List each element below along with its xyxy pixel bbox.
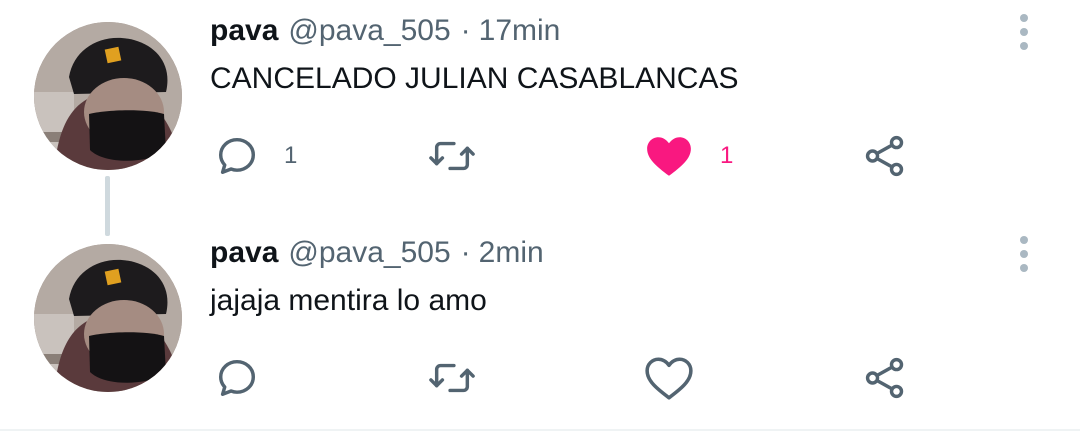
reply-button[interactable] [214, 348, 260, 408]
retweet-icon [429, 141, 475, 171]
author-name[interactable]: pava [210, 14, 278, 48]
author-handle[interactable]: @pava_505 [288, 14, 450, 48]
retweet-icon [429, 363, 475, 393]
share-icon [865, 357, 904, 399]
timestamp[interactable]: 2min [479, 236, 544, 270]
share-icon [865, 135, 904, 177]
author-name[interactable]: pava [210, 236, 278, 270]
share-button[interactable] [862, 126, 908, 186]
reply-count: 1 [284, 142, 298, 169]
timestamp[interactable]: 17min [479, 14, 561, 48]
tweet[interactable]: pava @pava_505 · 2min jajaja mentira lo … [0, 222, 1080, 432]
heart-outline-icon [645, 357, 693, 400]
tweet-text: jajaja mentira lo amo [210, 284, 487, 317]
like-button[interactable] [644, 348, 694, 408]
tweet-header: pava @pava_505 · 2min [210, 236, 544, 276]
more-vertical-icon[interactable] [1012, 12, 1036, 52]
reply-icon [218, 359, 256, 397]
more-vertical-icon[interactable] [1012, 234, 1036, 274]
divider [0, 429, 1080, 431]
reply-button[interactable]: 1 [214, 126, 297, 186]
action-bar [0, 348, 1080, 408]
tweet-header: pava @pava_505 · 17min [210, 14, 560, 54]
like-count: 1 [720, 142, 734, 169]
like-button[interactable]: 1 [644, 126, 733, 186]
reply-icon [218, 137, 256, 175]
retweet-button[interactable] [426, 126, 478, 186]
dot-separator: · [460, 236, 471, 269]
share-button[interactable] [862, 348, 908, 408]
tweet-text: CANCELADO JULIAN CASABLANCAS [210, 62, 739, 95]
heart-icon [647, 137, 691, 176]
tweet[interactable]: pava @pava_505 · 17min CANCELADO JULIAN … [0, 0, 1080, 236]
author-handle[interactable]: @pava_505 [288, 236, 450, 270]
retweet-button[interactable] [426, 348, 478, 408]
dot-separator: · [460, 14, 471, 47]
action-bar: 1 1 [0, 126, 1080, 186]
